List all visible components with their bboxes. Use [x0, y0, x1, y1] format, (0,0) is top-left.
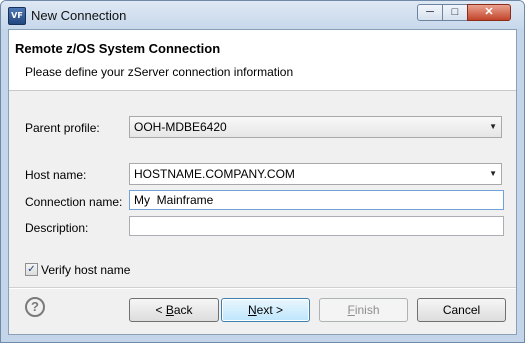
minimize-button[interactable]: ─	[417, 4, 443, 21]
app-icon: VF	[8, 7, 26, 25]
button-bar-separator	[9, 287, 516, 289]
title-bar[interactable]: VF New Connection ─ □ ✕	[1, 1, 524, 29]
window-title: New Connection	[31, 8, 127, 23]
next-button[interactable]: Next >	[221, 298, 310, 322]
maximize-button[interactable]: □	[442, 4, 468, 21]
parent-profile-value: OOH-MDBE6420	[134, 120, 227, 134]
host-name-label: Host name:	[25, 168, 87, 182]
chevron-down-icon: ▼	[489, 169, 497, 178]
verify-host-label[interactable]: Verify host name	[41, 263, 130, 277]
dialog-window: VF New Connection ─ □ ✕ Remote z/OS Syst…	[0, 0, 525, 343]
finish-mnemonic: F	[347, 303, 355, 317]
connection-name-input[interactable]: My Mainframe	[129, 190, 504, 210]
dialog-client-area: Remote z/OS System Connection Please def…	[8, 29, 517, 335]
wizard-banner: Remote z/OS System Connection Please def…	[9, 30, 516, 91]
cancel-button[interactable]: Cancel	[417, 298, 506, 322]
close-button[interactable]: ✕	[467, 4, 511, 21]
chevron-down-icon: ▼	[489, 122, 497, 131]
verify-host-checkbox[interactable]: ✓	[25, 263, 38, 276]
finish-button[interactable]: Finish	[319, 298, 408, 322]
connection-name-label: Connection name:	[25, 195, 123, 209]
description-input[interactable]	[129, 216, 504, 236]
next-label-rest: ext	[256, 303, 273, 317]
finish-label-rest: inish	[354, 303, 380, 317]
page-title: Remote z/OS System Connection	[15, 41, 221, 56]
back-button[interactable]: < Back	[129, 298, 219, 322]
parent-profile-select[interactable]: OOH-MDBE6420 ▼	[129, 116, 502, 138]
back-mnemonic: B	[165, 303, 174, 317]
question-circle-icon[interactable]: ?	[25, 297, 45, 317]
page-description: Please define your zServer connection in…	[25, 65, 294, 79]
host-name-combo[interactable]: HOSTNAME.COMPANY.COM ▼	[129, 163, 502, 185]
parent-profile-label: Parent profile:	[25, 121, 100, 135]
connection-name-value: My Mainframe	[134, 193, 214, 207]
description-label: Description:	[25, 221, 89, 235]
back-prefix: <	[155, 303, 166, 317]
next-mnemonic: N	[247, 303, 257, 317]
host-name-value: HOSTNAME.COMPANY.COM	[134, 167, 295, 181]
back-label-rest: ack	[173, 303, 193, 317]
checkmark-icon: ✓	[27, 264, 36, 275]
next-suffix: >	[272, 303, 284, 317]
